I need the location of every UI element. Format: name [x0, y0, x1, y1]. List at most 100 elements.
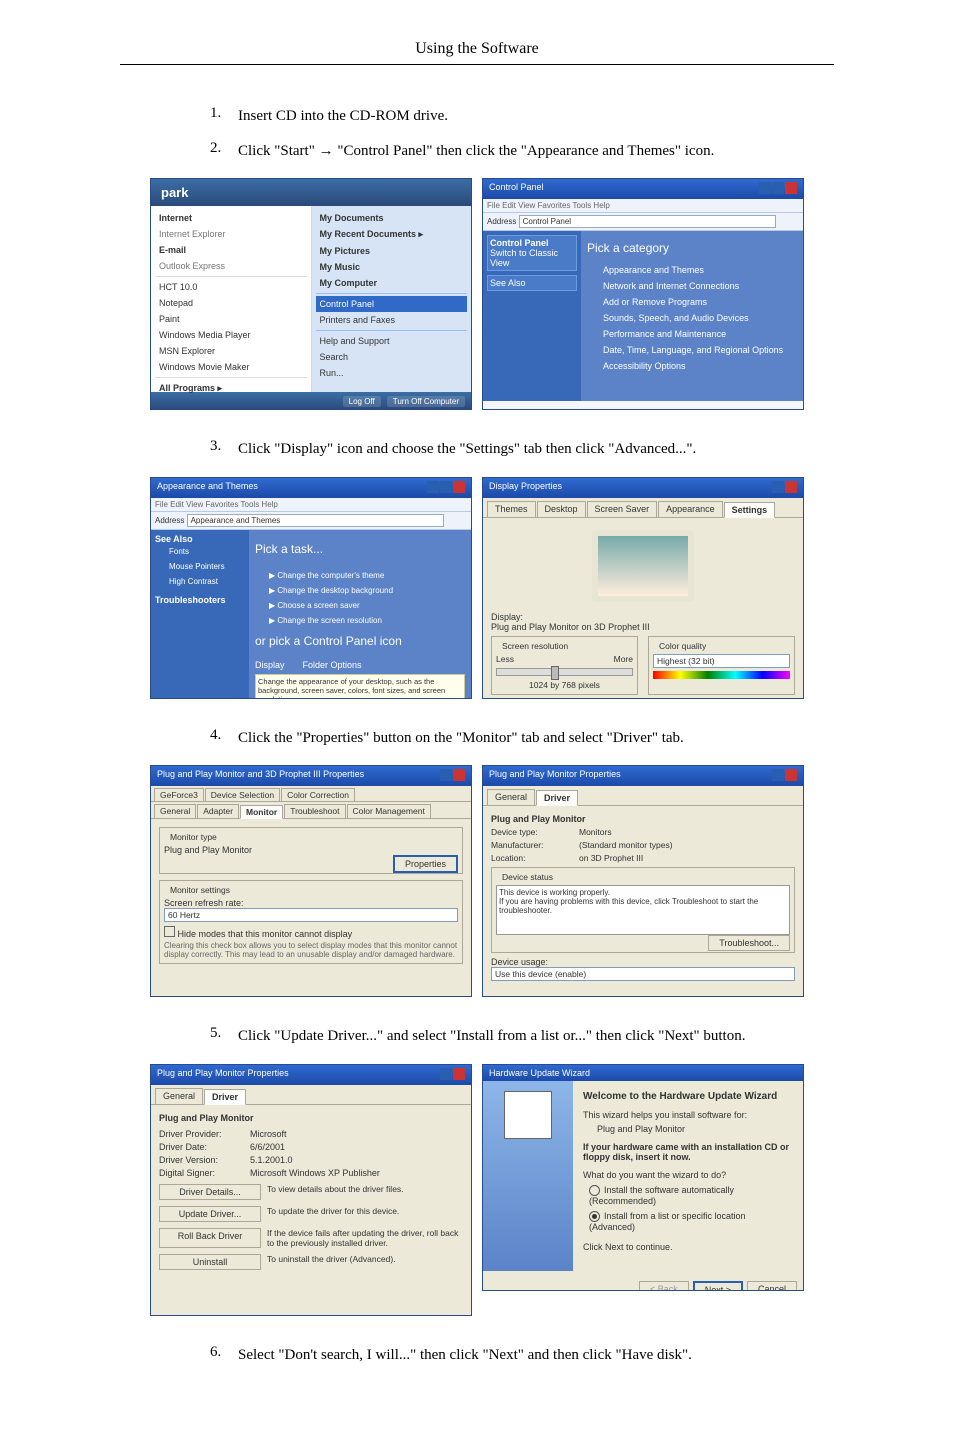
- sm-my-music[interactable]: My Music: [316, 259, 468, 275]
- refresh-select[interactable]: 60 Hertz: [164, 908, 458, 922]
- sm-item-paint[interactable]: Paint: [155, 311, 307, 327]
- cancel-button[interactable]: Cancel: [698, 698, 748, 699]
- appearance-themes-screenshot: Appearance and Themes File Edit View Fav…: [150, 477, 472, 699]
- address-field[interactable]: Appearance and Themes: [187, 514, 445, 527]
- sm-my-pictures[interactable]: My Pictures: [316, 243, 468, 259]
- shutdown-button[interactable]: Turn Off Computer: [387, 396, 465, 407]
- display-icon[interactable]: Display: [255, 660, 285, 670]
- step-number: 2.: [210, 140, 238, 157]
- tab-general[interactable]: General: [487, 789, 535, 805]
- tab-settings[interactable]: Settings: [724, 502, 776, 518]
- cat-datetime[interactable]: Date, Time, Language, and Regional Optio…: [587, 345, 797, 355]
- sm-item-moviemaker[interactable]: Windows Movie Maker: [155, 359, 307, 375]
- tab-troubleshoot[interactable]: Troubleshoot: [284, 804, 345, 818]
- monitor-type-value: Plug and Play Monitor: [164, 845, 458, 855]
- sm-control-panel[interactable]: Control Panel: [316, 296, 468, 312]
- properties-button[interactable]: Properties: [393, 855, 458, 873]
- window-controls[interactable]: [771, 769, 797, 783]
- window-controls[interactable]: [771, 481, 797, 495]
- sm-help[interactable]: Help and Support: [316, 333, 468, 349]
- menu-bar[interactable]: File Edit View Favorites Tools Help: [483, 199, 803, 213]
- sm-item-notepad[interactable]: Notepad: [155, 295, 307, 311]
- cat-network[interactable]: Network and Internet Connections: [587, 281, 797, 291]
- color-quality-select[interactable]: Highest (32 bit): [653, 654, 790, 668]
- tab-monitor[interactable]: Monitor: [240, 805, 283, 819]
- sm-item-hct[interactable]: HCT 10.0: [155, 279, 307, 295]
- step-3: 3. Click "Display" icon and choose the "…: [210, 438, 834, 461]
- sm-all-programs[interactable]: All Programs ▸: [155, 380, 307, 397]
- update-driver-button[interactable]: Update Driver...: [159, 1206, 261, 1222]
- wizard-continue: Click Next to continue.: [583, 1242, 793, 1252]
- sm-subtitle: Outlook Express: [155, 258, 307, 274]
- cat-addremove[interactable]: Add or Remove Programs: [587, 297, 797, 307]
- resolution-slider[interactable]: [496, 668, 633, 676]
- tab-general[interactable]: General: [154, 804, 196, 818]
- task-link[interactable]: ▶ Change the screen resolution: [255, 613, 465, 628]
- window-controls[interactable]: [439, 1068, 465, 1082]
- tab-appearance[interactable]: Appearance: [658, 501, 723, 517]
- device-usage-label: Device usage:: [491, 957, 795, 967]
- control-panel-screenshot: Control Panel File Edit View Favorites T…: [482, 178, 804, 410]
- sm-item-internet[interactable]: Internet: [155, 210, 307, 226]
- task-link[interactable]: ▶ Change the desktop background: [255, 583, 465, 598]
- window-controls[interactable]: [439, 769, 465, 783]
- tab-device-selection[interactable]: Device Selection: [205, 788, 280, 801]
- device-status-group: Device status: [499, 872, 556, 882]
- cat-accessibility[interactable]: Accessibility Options: [587, 361, 797, 371]
- window-controls[interactable]: [426, 481, 465, 495]
- sm-recent-docs[interactable]: My Recent Documents ▸: [316, 226, 468, 243]
- tab-driver[interactable]: Driver: [536, 790, 578, 806]
- sm-run[interactable]: Run...: [316, 365, 468, 381]
- tab-driver[interactable]: Driver: [204, 1089, 246, 1105]
- cp-sidebar-box: Control Panel Switch to Classic View: [487, 235, 577, 271]
- troubleshoot-button[interactable]: Troubleshoot...: [708, 935, 790, 951]
- sm-my-computer[interactable]: My Computer: [316, 275, 468, 291]
- cat-appearance[interactable]: Appearance and Themes: [587, 265, 797, 275]
- apply-button[interactable]: Apply: [752, 698, 797, 699]
- wizard-option-list[interactable]: Install from a list or specific location…: [589, 1211, 793, 1232]
- side-link[interactable]: Fonts: [155, 544, 245, 559]
- sm-search[interactable]: Search: [316, 349, 468, 365]
- task-link[interactable]: ▶ Change the computer's theme: [255, 568, 465, 583]
- tab-screensaver[interactable]: Screen Saver: [587, 501, 658, 517]
- tab-color-mgmt[interactable]: Color Management: [347, 804, 431, 818]
- window-title: Plug and Play Monitor and 3D Prophet III…: [157, 769, 364, 783]
- status-text: This device is working properly.: [499, 888, 787, 897]
- tab-color-correction[interactable]: Color Correction: [281, 788, 355, 801]
- logoff-button[interactable]: Log Off: [343, 396, 381, 407]
- cat-sounds[interactable]: Sounds, Speech, and Audio Devices: [587, 313, 797, 323]
- side-link[interactable]: Mouse Pointers: [155, 559, 245, 574]
- sm-item-wmp[interactable]: Windows Media Player: [155, 327, 307, 343]
- switch-classic-link[interactable]: Switch to Classic View: [490, 248, 574, 268]
- next-button[interactable]: Next >: [693, 1281, 743, 1291]
- sm-printers[interactable]: Printers and Faxes: [316, 312, 468, 328]
- rollback-driver-button[interactable]: Roll Back Driver: [159, 1228, 261, 1248]
- tab-geforce[interactable]: GeForce3: [154, 788, 204, 801]
- hide-modes-checkbox[interactable]: [164, 926, 175, 937]
- tab-general[interactable]: General: [155, 1088, 203, 1104]
- cat-perf[interactable]: Performance and Maintenance: [587, 329, 797, 339]
- back-button[interactable]: < Back: [639, 1281, 689, 1291]
- window-controls[interactable]: [758, 182, 797, 196]
- address-field[interactable]: Control Panel: [519, 215, 777, 228]
- ok-button[interactable]: OK: [659, 698, 694, 699]
- display-properties-screenshot: Display Properties Themes Desktop Screen…: [482, 477, 804, 699]
- uninstall-button[interactable]: Uninstall: [159, 1254, 261, 1270]
- page-title: Using the Software: [120, 40, 834, 65]
- folder-options-icon[interactable]: Folder Options: [303, 660, 362, 670]
- cancel-button[interactable]: Cancel: [747, 1281, 797, 1291]
- tab-desktop[interactable]: Desktop: [537, 501, 586, 517]
- sm-item-msn[interactable]: MSN Explorer: [155, 343, 307, 359]
- sm-item-email[interactable]: E-mail: [155, 242, 307, 258]
- driver-details-button[interactable]: Driver Details...: [159, 1184, 261, 1200]
- side-link[interactable]: High Contrast: [155, 574, 245, 589]
- resolution-group: Screen resolution: [499, 641, 571, 651]
- menu-bar[interactable]: File Edit View Favorites Tools Help: [151, 498, 471, 512]
- tab-adapter[interactable]: Adapter: [197, 804, 239, 818]
- tab-themes[interactable]: Themes: [487, 501, 536, 517]
- monitor-type-group: Monitor type: [167, 832, 220, 842]
- task-link[interactable]: ▶ Choose a screen saver: [255, 598, 465, 613]
- wizard-option-auto[interactable]: Install the software automatically (Reco…: [589, 1185, 793, 1206]
- device-usage-select[interactable]: Use this device (enable): [491, 967, 795, 981]
- sm-my-documents[interactable]: My Documents: [316, 210, 468, 226]
